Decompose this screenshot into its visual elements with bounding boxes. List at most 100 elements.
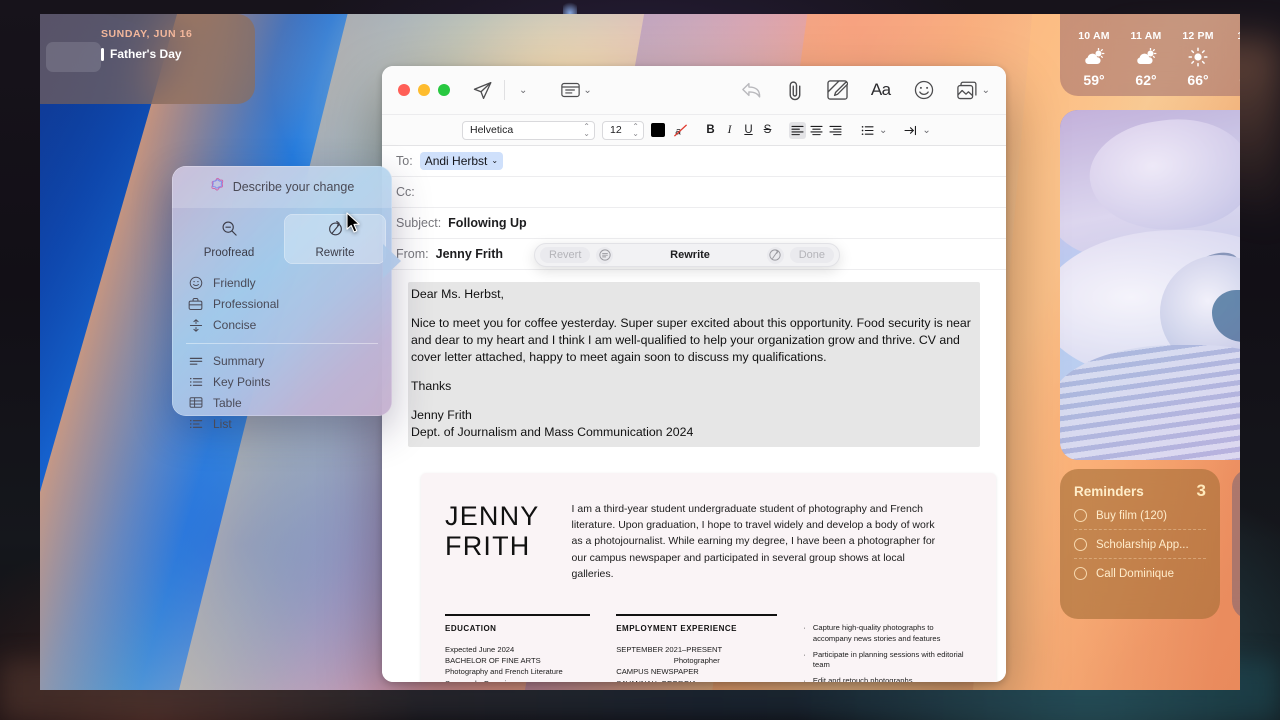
indent-icon[interactable] <box>902 122 919 139</box>
cc-field-row[interactable]: Cc: <box>382 177 1006 208</box>
paperclip-icon[interactable] <box>785 80 804 101</box>
email-body[interactable]: Dear Ms. Herbst, Nice to meet you for co… <box>382 270 1006 682</box>
weather-hour-column: 11 AM 62° <box>1122 30 1170 88</box>
education-degree: BACHELOR OF FINE ARTS <box>445 655 541 665</box>
italic-button[interactable]: I <box>721 122 738 139</box>
reminder-checkbox-icon[interactable] <box>1074 538 1087 551</box>
duty-text: Participate in planning sessions with ed… <box>812 649 964 670</box>
photos-menu-chevron-down-icon[interactable]: ⌄ <box>982 85 990 96</box>
weather-hour-label: 1 PM <box>1237 30 1240 42</box>
bullet-icon: · <box>803 623 806 633</box>
weather-hour-label: 10 AM <box>1078 30 1110 42</box>
menu-item-friendly[interactable]: Friendly <box>172 272 392 293</box>
menu-item-table[interactable]: Table <box>172 392 392 413</box>
table-icon <box>188 396 203 409</box>
emoji-icon[interactable] <box>914 80 934 100</box>
rewrite-circle-icon[interactable] <box>766 246 784 264</box>
underline-button[interactable]: U <box>740 122 757 139</box>
resume-columns: EDUCATION Expected June 2024 BACHELOR OF… <box>445 614 972 682</box>
from-field-row[interactable]: From: Jenny Frith Revert Rewrite Done <box>382 239 1006 270</box>
stationery-icon[interactable] <box>561 82 581 98</box>
menu-item-label: Concise <box>213 318 257 332</box>
recipient-token[interactable]: Andi Herbst ⌄ <box>419 152 504 170</box>
traffic-lights <box>398 84 450 96</box>
stationery-menu-chevron-down-icon[interactable]: ⌄ <box>583 85 591 96</box>
reminder-checkbox-icon[interactable] <box>1074 567 1087 580</box>
reminders-header: Reminders 3 <box>1074 481 1206 501</box>
describe-change-input[interactable]: Describe your change <box>172 166 392 208</box>
strikethrough-button[interactable]: S <box>759 122 776 139</box>
menu-item-summary[interactable]: Summary <box>172 350 392 371</box>
reminders-widget[interactable]: Reminders 3 Buy film (120) Scholarship A… <box>1060 469 1220 619</box>
align-left-icon[interactable] <box>789 121 806 139</box>
resume-intro: I am a third-year student undergraduate … <box>571 502 936 580</box>
reminder-label: Buy film (120) <box>1096 509 1167 522</box>
reminder-label: Scholarship App... <box>1096 538 1189 551</box>
body-greeting: Dear Ms. Herbst, <box>411 287 504 301</box>
calendar-widget[interactable]: SUNDAY, JUN 16 Father's Day <box>40 14 255 104</box>
mouse-cursor <box>346 212 362 239</box>
font-size-select[interactable]: 12 ⌃ ⌄ <box>602 120 644 140</box>
menu-item-concise[interactable]: Concise <box>172 314 392 336</box>
bold-button[interactable]: B <box>702 122 719 139</box>
list-bullet-circle-icon[interactable] <box>596 246 614 264</box>
rewrite-button[interactable]: Rewrite <box>284 214 386 264</box>
selected-text-block[interactable]: Dear Ms. Herbst, Nice to meet you for co… <box>408 282 980 447</box>
calendar-event[interactable]: Father's Day <box>101 47 239 61</box>
reminder-item[interactable]: Buy film (120) <box>1074 501 1206 530</box>
align-right-icon[interactable] <box>827 122 844 139</box>
close-button[interactable] <box>398 84 410 96</box>
markup-icon[interactable] <box>827 80 848 100</box>
photo-browser-icon[interactable] <box>956 81 979 100</box>
menu-item-professional[interactable]: Professional <box>172 293 392 314</box>
battery-widget[interactable] <box>1232 469 1240 619</box>
weather-widget[interactable]: 10 AM 59° 11 AM 62° 12 PM 66° 1 PM 6 <box>1060 14 1240 96</box>
menu-item-list[interactable]: List <box>172 413 392 434</box>
from-label: From: <box>396 247 429 261</box>
mail-compose-window: ⌄ ⌄ Aa ⌄ Helvetica ⌃ ⌄ 12 ⌃ ⌄ a B I U S … <box>382 66 1006 682</box>
signature-dept: Dept. of Journalism and Mass Communicati… <box>411 424 694 439</box>
education-heading: EDUCATION <box>445 623 497 633</box>
proofread-button[interactable]: Proofread <box>178 214 280 264</box>
lists-chevron-down-icon[interactable]: ⌄ <box>879 125 887 136</box>
minimize-button[interactable] <box>418 84 430 96</box>
reminder-item[interactable]: Call Dominique <box>1074 559 1206 587</box>
indent-control[interactable]: ⌄ <box>902 122 931 139</box>
send-menu-chevron-down-icon[interactable]: ⌄ <box>519 85 527 96</box>
lists-control[interactable]: ⌄ <box>859 122 887 139</box>
menu-item-label: Key Points <box>213 374 271 389</box>
done-button[interactable]: Done <box>789 247 834 263</box>
employment-heading: EMPLOYMENT EXPERIENCE <box>616 623 737 633</box>
reply-arrow-icon[interactable] <box>741 81 762 100</box>
zoom-button[interactable] <box>438 84 450 96</box>
resume-header: JENNY FRITH I am a third-year student un… <box>445 501 972 582</box>
font-family-select[interactable]: Helvetica ⌃ ⌄ <box>462 120 595 140</box>
resume-attachment[interactable]: JENNY FRITH I am a third-year student un… <box>421 472 996 682</box>
recipient-chevron-down-icon[interactable]: ⌄ <box>491 156 498 165</box>
weather-hour-label: 11 AM <box>1130 30 1162 42</box>
list-icon <box>188 418 203 430</box>
window-titlebar: ⌄ ⌄ Aa ⌄ <box>382 66 1006 114</box>
resume-education-column: EDUCATION Expected June 2024 BACHELOR OF… <box>445 614 591 683</box>
to-field-row[interactable]: To: Andi Herbst ⌄ <box>382 146 1006 177</box>
format-toolbar: Helvetica ⌃ ⌄ 12 ⌃ ⌄ a B I U S ⌄ ⌄ <box>382 114 1006 146</box>
indent-chevron-down-icon[interactable]: ⌄ <box>922 125 930 136</box>
reminder-item[interactable]: Scholarship App... <box>1074 530 1206 559</box>
reminder-checkbox-icon[interactable] <box>1074 509 1087 522</box>
align-center-icon[interactable] <box>808 122 825 139</box>
menu-item-label: Summary <box>213 353 265 368</box>
section-rule <box>616 614 778 616</box>
format-font-icon[interactable]: Aa <box>871 80 891 100</box>
highlight-icon[interactable]: a <box>672 122 689 139</box>
revert-button[interactable]: Revert <box>540 247 591 263</box>
weather-temp: 62° <box>1135 72 1157 88</box>
education-entry: Expected June 2024 BACHELOR OF FINE ARTS… <box>445 644 590 683</box>
photos-widget[interactable] <box>1060 110 1240 460</box>
weather-temp: 59° <box>1083 72 1105 88</box>
subject-field-row[interactable]: Subject: Following Up <box>382 208 1006 239</box>
menu-item-key-points[interactable]: Key Points <box>172 371 392 392</box>
text-color-swatch[interactable] <box>651 123 665 137</box>
send-icon[interactable] <box>472 80 493 101</box>
list-icon[interactable] <box>859 122 876 139</box>
weather-temp: 66° <box>1187 72 1209 88</box>
